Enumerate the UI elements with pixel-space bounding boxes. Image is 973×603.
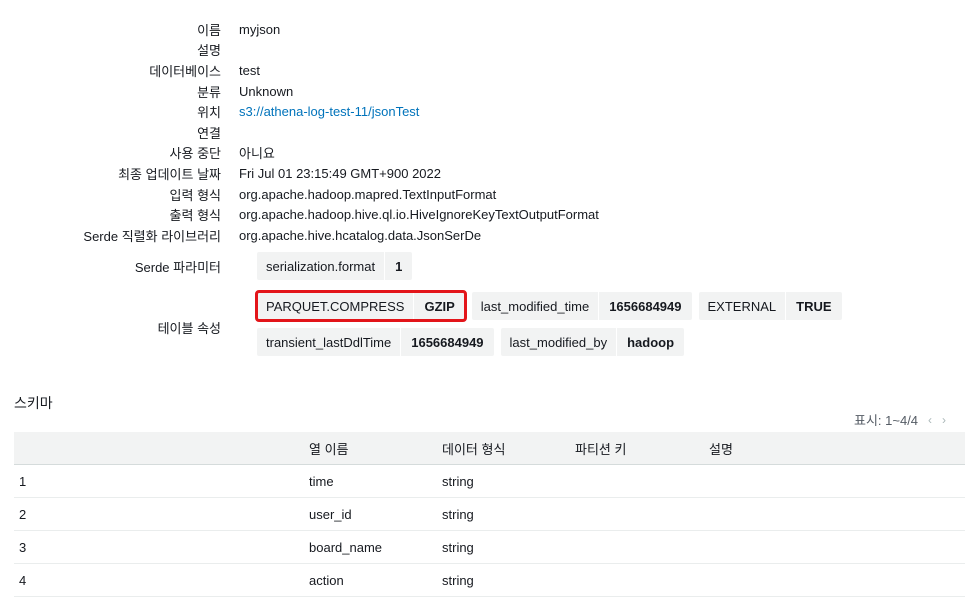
cell-partition-key <box>575 530 709 564</box>
cell-description <box>709 464 965 498</box>
detail-row-serde-library: Serde 직렬화 라이브러리 org.apache.hive.hcatalog… <box>0 225 973 246</box>
tag-key: last_modified_by <box>501 328 618 356</box>
tag-value: 1 <box>395 258 403 274</box>
property-tag-last-modified-time: last_modified_time 1656684949 <box>471 292 692 320</box>
detail-label: 출력 형식 <box>169 208 221 224</box>
cell-description <box>709 530 965 564</box>
table-properties-line-2: transient_lastDdlTime 1656684949 last_mo… <box>257 328 691 356</box>
detail-row-input-format: 입력 형식 org.apache.hadoop.mapred.TextInput… <box>0 184 973 205</box>
detail-value: Fri Jul 01 23:15:49 GMT+900 2022 <box>239 165 441 181</box>
cell-column-name: action <box>309 563 442 597</box>
detail-row-deprecated: 사용 중단 아니요 <box>0 143 973 164</box>
tag-value: TRUE <box>796 298 832 314</box>
detail-label: 이름 <box>197 22 221 38</box>
tag-value: 1656684949 <box>609 298 682 314</box>
tag-key: EXTERNAL <box>699 292 787 320</box>
table-properties-line-1: PARQUET.COMPRESS GZIP last_modified_time… <box>255 290 849 322</box>
detail-label: 분류 <box>197 84 221 100</box>
detail-row-location: 위치 s3://athena-log-test-11/jsonTest <box>0 101 973 122</box>
detail-label: 설명 <box>197 43 221 59</box>
detail-label: Serde 직렬화 라이브러리 <box>83 228 221 244</box>
detail-label: 입력 형식 <box>169 187 221 203</box>
pagination: 표시: 1~4/4 ‹ › <box>854 410 946 429</box>
location-link[interactable]: s3://athena-log-test-11/jsonTest <box>239 104 419 119</box>
tag-key: serialization.format <box>257 252 386 280</box>
cell-data-type: string <box>442 530 575 564</box>
table-header-row: 열 이름 데이터 형식 파티션 키 설명 <box>14 432 965 465</box>
cell-column-name: board_name <box>309 530 442 564</box>
detail-label: 데이터베이스 <box>149 63 221 79</box>
detail-row-last-updated: 최종 업데이트 날짜 Fri Jul 01 23:15:49 GMT+900 2… <box>0 163 973 184</box>
serde-parameters: Serde 파라미터 serialization.format 1 <box>0 252 973 280</box>
table-row: 1 time string <box>14 464 965 498</box>
detail-value: org.apache.hadoop.hive.ql.io.HiveIgnoreK… <box>239 207 599 223</box>
property-tag-last-modified-by: last_modified_by hadoop <box>500 328 685 356</box>
tag-value: 1656684949 <box>411 334 484 350</box>
tag-key: transient_lastDdlTime <box>257 328 402 356</box>
chevron-left-icon[interactable]: ‹ <box>928 413 932 427</box>
column-header-type[interactable]: 데이터 형식 <box>442 432 575 465</box>
serde-label: Serde 파라미터 <box>134 259 221 275</box>
detail-value: Unknown <box>239 83 294 99</box>
cell-partition-key <box>575 464 709 498</box>
cell-column-name: user_id <box>309 497 442 531</box>
detail-row-classification: 분류 Unknown <box>0 81 973 102</box>
cell-column-name: time <box>309 464 442 498</box>
detail-row-database: 데이터베이스 test <box>0 60 973 81</box>
detail-label: 연결 <box>197 125 221 141</box>
pagination-status: 표시: 1~4/4 <box>854 413 919 428</box>
schema-title: 스키마 <box>14 395 53 411</box>
detail-row-connection: 연결 <box>0 122 973 143</box>
table-row: 2 user_id string <box>14 497 965 531</box>
cell-index: 4 <box>14 563 309 597</box>
detail-value: org.apache.hive.hcatalog.data.JsonSerDe <box>239 227 482 243</box>
detail-label: 사용 중단 <box>169 146 221 162</box>
cell-data-type: string <box>442 464 575 498</box>
tag-key: last_modified_time <box>472 292 600 320</box>
detail-row-output-format: 출력 형식 org.apache.hadoop.hive.ql.io.HiveI… <box>0 204 973 225</box>
detail-value: myjson <box>239 21 281 37</box>
detail-value: org.apache.hadoop.mapred.TextInputFormat <box>239 186 497 202</box>
column-header-name[interactable]: 열 이름 <box>309 432 442 465</box>
cell-partition-key <box>575 497 709 531</box>
property-tag-parquet-compress: PARQUET.COMPRESS GZIP <box>255 290 467 322</box>
serde-tag: serialization.format 1 <box>257 252 413 280</box>
table-row: 4 action string <box>14 563 965 597</box>
detail-label: 최종 업데이트 날짜 <box>118 166 221 182</box>
table-details: 이름 myjson 설명 데이터베이스 test 분류 Unknown 위치 s… <box>0 19 973 246</box>
cell-data-type: string <box>442 563 575 597</box>
tag-key: PARQUET.COMPRESS <box>257 292 415 320</box>
tag-value: GZIP <box>424 298 455 314</box>
cell-description <box>709 497 965 531</box>
cell-index: 2 <box>14 497 309 531</box>
column-header-partition-key[interactable]: 파티션 키 <box>575 432 709 465</box>
detail-row-description: 설명 <box>0 40 973 61</box>
property-tag-transient-lastddltime: transient_lastDdlTime 1656684949 <box>257 328 494 356</box>
cell-index: 3 <box>14 530 309 564</box>
detail-value: test <box>239 62 260 78</box>
column-header-description[interactable]: 설명 <box>709 432 965 465</box>
cell-data-type: string <box>442 497 575 531</box>
column-header-index <box>14 432 309 465</box>
detail-row-name: 이름 myjson <box>0 19 973 40</box>
cell-partition-key <box>575 563 709 597</box>
table-properties-label: 테이블 속성 <box>157 321 221 336</box>
property-tag-external: EXTERNAL TRUE <box>698 292 842 320</box>
cell-description <box>709 563 965 597</box>
schema-table: 열 이름 데이터 형식 파티션 키 설명 1 time string 2 use… <box>14 432 965 597</box>
chevron-right-icon[interactable]: › <box>942 413 946 427</box>
tag-value: hadoop <box>627 334 675 350</box>
table-row: 3 board_name string <box>14 530 965 564</box>
detail-value: 아니요 <box>239 146 275 162</box>
cell-index: 1 <box>14 464 309 498</box>
detail-label: 위치 <box>197 105 221 121</box>
